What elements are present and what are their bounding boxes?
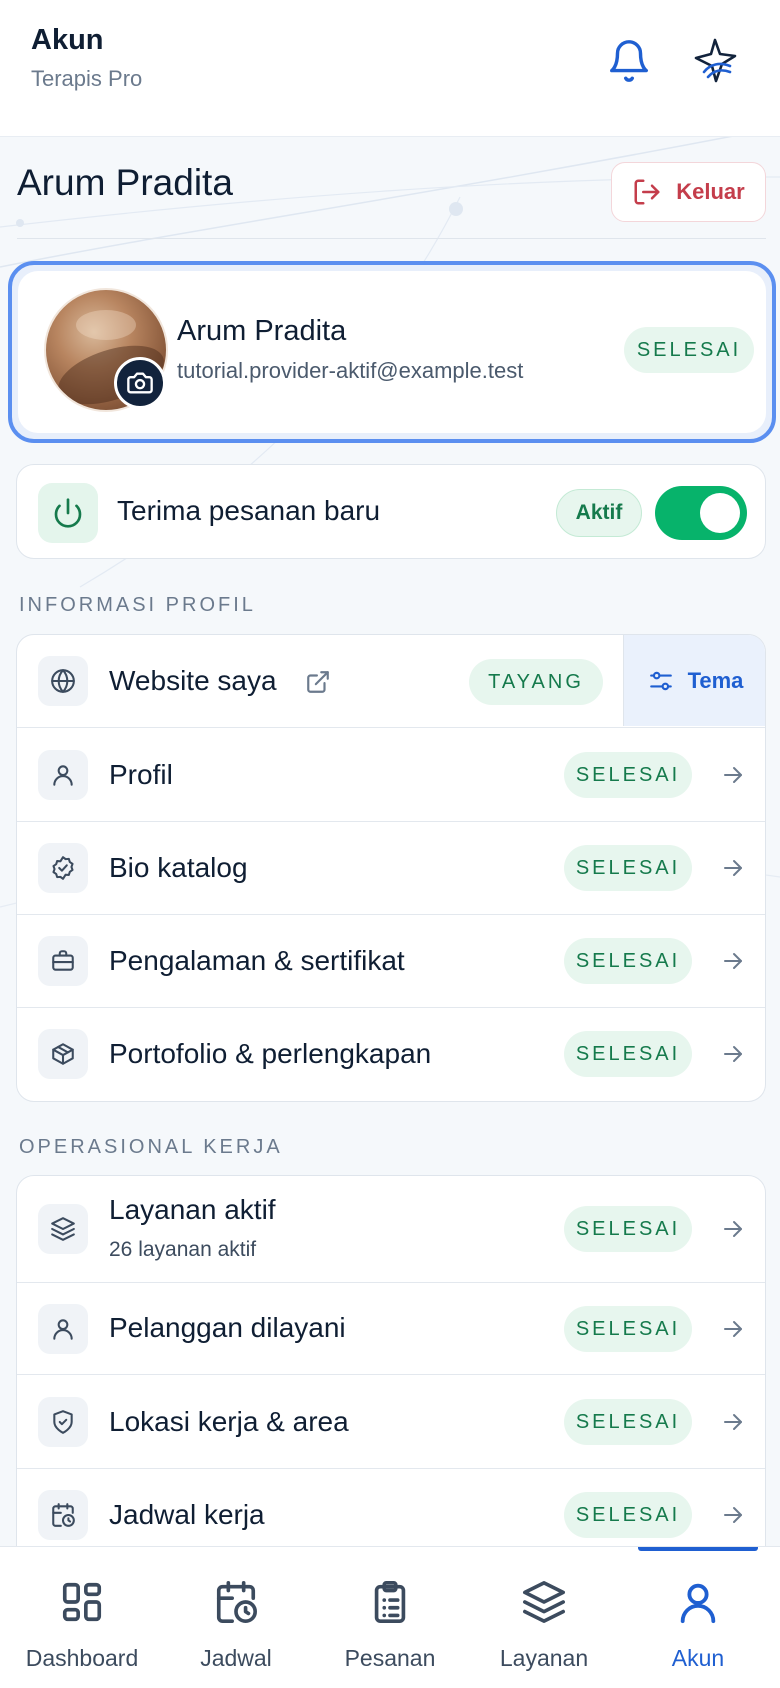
status-badge: SELESAI: [564, 1399, 692, 1445]
list-item-profil[interactable]: Profil SELESAI: [17, 727, 765, 821]
nav-item-dashboard[interactable]: Dashboard: [4, 1547, 160, 1688]
nav-label: Dashboard: [25, 1645, 139, 1671]
app-header: Akun Terapis Pro: [0, 0, 780, 137]
profile-email: tutorial.provider-aktif@example.test: [177, 358, 524, 383]
camera-icon: [127, 372, 153, 394]
list-item-bio-katalog[interactable]: Bio katalog SELESAI: [17, 821, 765, 914]
divider: [17, 238, 766, 239]
theme-button-label: Tema: [687, 667, 744, 693]
status-badge: SELESAI: [564, 1492, 692, 1538]
list-item-layanan-aktif[interactable]: Layanan aktif 26 layanan aktif SELESAI: [17, 1176, 765, 1282]
list-item-label: Pelanggan dilayani: [109, 1312, 346, 1343]
arrow-right-icon: [724, 1507, 742, 1523]
nav-item-layanan[interactable]: Layanan: [466, 1547, 622, 1688]
nav-label: Pesanan: [344, 1645, 436, 1671]
logout-icon: [632, 177, 662, 207]
bell-icon[interactable]: [606, 38, 652, 84]
badge-check-icon: [38, 843, 88, 893]
package-icon: [38, 1029, 88, 1079]
list-item-label: Layanan aktif: [109, 1194, 276, 1225]
calendar-clock-icon: [216, 1581, 257, 1623]
logout-label: Keluar: [676, 179, 745, 204]
list-item-website[interactable]: Website saya TAYANG Tema: [17, 635, 765, 727]
arrow-right-icon: [724, 1321, 742, 1337]
profile-card[interactable]: Arum Pradita tutorial.provider-aktif@exa…: [8, 261, 776, 443]
page-title: Akun: [31, 24, 104, 56]
arrow-right-icon: [724, 1046, 742, 1062]
section-title-profile-info: INFORMASI PROFIL: [19, 594, 256, 616]
nav-label: Layanan: [499, 1645, 589, 1671]
nav-item-pesanan[interactable]: Pesanan: [312, 1547, 468, 1688]
list-item-label: Lokasi kerja & area: [109, 1406, 349, 1437]
sliders-icon: [648, 668, 674, 694]
user-icon: [680, 1583, 716, 1624]
power-icon: [38, 483, 98, 543]
page-subtitle: Terapis Pro: [31, 66, 143, 91]
arrow-right-icon: [724, 767, 742, 783]
profile-name: Arum Pradita: [177, 315, 347, 347]
grid-icon: [62, 1582, 102, 1622]
website-status-badge: TAYANG: [469, 659, 603, 705]
operations-list: Layanan aktif 26 layanan aktif SELESAI P…: [16, 1175, 766, 1595]
list-item-pengalaman[interactable]: Pengalaman & sertifikat SELESAI: [17, 914, 765, 1007]
brand-logo-icon[interactable]: [690, 36, 740, 86]
section-title-operations: OPERASIONAL KERJA: [19, 1136, 283, 1158]
profile-heading: Arum Pradita: [17, 162, 233, 203]
accept-orders-toggle[interactable]: [655, 486, 747, 540]
list-item-label: Pengalaman & sertifikat: [109, 945, 405, 976]
status-badge: SELESAI: [564, 845, 692, 891]
bottom-navigation: Dashboard Jadwal Pesanan Layanan Akun: [0, 1546, 780, 1688]
status-badge: SELESAI: [564, 1206, 692, 1252]
calendar-clock-icon: [38, 1490, 88, 1540]
arrow-right-icon: [724, 953, 742, 969]
accept-orders-status-badge: Aktif: [556, 489, 642, 537]
layers-icon: [38, 1204, 88, 1254]
list-item-portofolio[interactable]: Portofolio & perlengkapan SELESAI: [17, 1007, 765, 1101]
list-item-label: Bio katalog: [109, 852, 248, 883]
status-badge: SELESAI: [624, 327, 754, 373]
status-badge: SELESAI: [564, 1306, 692, 1352]
change-photo-button[interactable]: [114, 357, 166, 409]
arrow-right-icon: [724, 1414, 742, 1430]
accept-orders-row: Terima pesanan baru Aktif: [16, 464, 766, 559]
status-badge: SELESAI: [564, 938, 692, 984]
website-label: Website saya: [109, 665, 277, 696]
clipboard-list-icon: [374, 1581, 406, 1623]
list-item-label: Jadwal kerja: [109, 1499, 265, 1530]
theme-button[interactable]: Tema: [623, 635, 765, 726]
list-item-sublabel: 26 layanan aktif: [109, 1238, 257, 1261]
nav-item-jadwal[interactable]: Jadwal: [158, 1547, 314, 1688]
user-icon: [38, 750, 88, 800]
list-item-label: Profil: [109, 759, 173, 790]
shield-check-icon: [38, 1397, 88, 1447]
list-item-pelanggan[interactable]: Pelanggan dilayani SELESAI: [17, 1282, 765, 1374]
globe-icon: [38, 656, 88, 706]
external-link-icon[interactable]: [305, 669, 331, 695]
profile-info-list: Website saya TAYANG Tema Profil SELESAI …: [16, 634, 766, 1102]
nav-item-akun[interactable]: Akun: [620, 1547, 776, 1688]
nav-label: Akun: [671, 1645, 725, 1671]
status-badge: SELESAI: [564, 752, 692, 798]
accept-orders-label: Terima pesanan baru: [117, 495, 381, 526]
nav-label: Jadwal: [200, 1645, 272, 1671]
logout-button[interactable]: Keluar: [611, 162, 766, 222]
briefcase-icon: [38, 936, 88, 986]
arrow-right-icon: [724, 1221, 742, 1237]
layers-icon: [523, 1581, 565, 1623]
arrow-right-icon: [724, 860, 742, 876]
list-item-label: Portofolio & perlengkapan: [109, 1038, 432, 1069]
user-icon: [38, 1304, 88, 1354]
list-item-lokasi[interactable]: Lokasi kerja & area SELESAI: [17, 1374, 765, 1468]
status-badge: SELESAI: [564, 1031, 692, 1077]
